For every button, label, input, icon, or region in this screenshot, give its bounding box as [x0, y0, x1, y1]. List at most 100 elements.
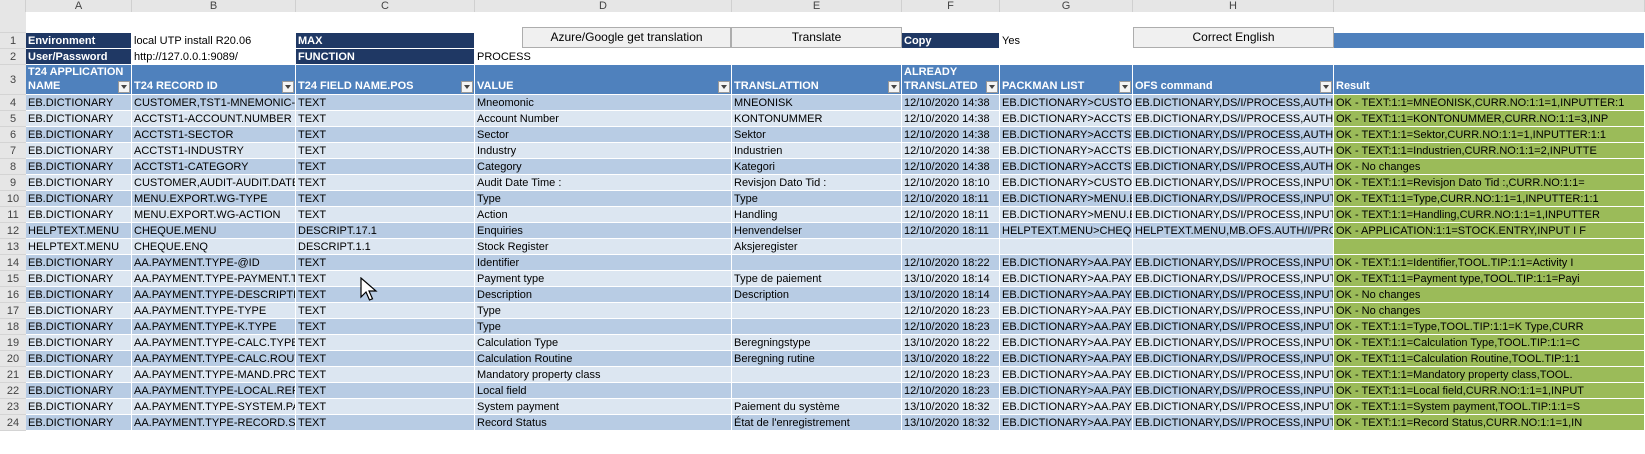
- row-number[interactable]: 16: [0, 287, 26, 303]
- cell-a[interactable]: EB.DICTIONARY: [26, 351, 132, 367]
- cell-c[interactable]: TEXT: [296, 399, 475, 415]
- cell-h[interactable]: EB.DICTIONARY,DS/I/PROCESS,INPUTT/1: [1133, 415, 1334, 431]
- row-number[interactable]: 22: [0, 383, 26, 399]
- cell-d[interactable]: Local field: [475, 383, 732, 399]
- cell-i[interactable]: OK - TEXT:1:1=Calculation Routine,TOOL.T…: [1334, 351, 1645, 367]
- row-number[interactable]: 4: [0, 95, 26, 111]
- cell-i[interactable]: OK - TEXT:1:1=Calculation Type,TOOL.TIP:…: [1334, 335, 1645, 351]
- cell-d[interactable]: Enquiries: [475, 223, 732, 239]
- cell-b[interactable]: AA.PAYMENT.TYPE-LOCAL.REF: [132, 383, 296, 399]
- cell-i[interactable]: OK - No changes: [1334, 159, 1645, 175]
- translate-button[interactable]: Translate: [731, 27, 902, 48]
- cell-d[interactable]: Mneomonic: [475, 95, 732, 111]
- cell-h[interactable]: EB.DICTIONARY,DS/I/PROCESS,INPUTT/1: [1133, 351, 1334, 367]
- cell-b[interactable]: ACCTST1-ACCOUNT.NUMBER: [132, 111, 296, 127]
- filter-dropdown-icon[interactable]: [986, 81, 998, 93]
- column-letter-f[interactable]: F: [902, 0, 1000, 12]
- cell-i[interactable]: OK - TEXT:1:1=Revisjon Dato Tid :,CURR.N…: [1334, 175, 1645, 191]
- cell-h[interactable]: EB.DICTIONARY,DS/I/PROCESS,INPUTT/1: [1133, 175, 1334, 191]
- cell-b[interactable]: AA.PAYMENT.TYPE-K.TYPE: [132, 319, 296, 335]
- select-all-corner[interactable]: [0, 0, 26, 12]
- cell-e2[interactable]: [732, 49, 902, 65]
- cell-f2[interactable]: [902, 49, 1000, 65]
- cell-c[interactable]: TEXT: [296, 319, 475, 335]
- cell-e[interactable]: [732, 319, 902, 335]
- cell-b[interactable]: ACCTST1-CATEGORY: [132, 159, 296, 175]
- cell-a[interactable]: EB.DICTIONARY: [26, 175, 132, 191]
- cell-h[interactable]: HELPTEXT.MENU,MB.OFS.AUTH/I/PROCE: [1133, 223, 1334, 239]
- cell-c[interactable]: TEXT: [296, 95, 475, 111]
- cell-g[interactable]: EB.DICTIONARY>AA.PAYM: [1000, 351, 1133, 367]
- cell-d[interactable]: Category: [475, 159, 732, 175]
- row-number[interactable]: 14: [0, 255, 26, 271]
- cell-d[interactable]: Sector: [475, 127, 732, 143]
- cell-a[interactable]: EB.DICTIONARY: [26, 319, 132, 335]
- row-number[interactable]: 10: [0, 191, 26, 207]
- row-number[interactable]: 12: [0, 223, 26, 239]
- cell-c[interactable]: TEXT: [296, 351, 475, 367]
- cell-d[interactable]: Audit Date Time :: [475, 175, 732, 191]
- cell-a[interactable]: EB.DICTIONARY: [26, 159, 132, 175]
- cell-c[interactable]: TEXT: [296, 175, 475, 191]
- row-number[interactable]: 7: [0, 143, 26, 159]
- column-letter-b[interactable]: B: [132, 0, 296, 12]
- cell-e[interactable]: Henvendelser: [732, 223, 902, 239]
- cell-i1[interactable]: [1334, 33, 1645, 49]
- azure-google-translation-button[interactable]: Azure/Google get translation: [522, 27, 731, 48]
- cell-h[interactable]: EB.DICTIONARY,DS/I/PROCESS,INPUTT/1: [1133, 207, 1334, 223]
- header-application-name[interactable]: T24 APPLICATION NAME: [26, 65, 132, 95]
- cell-i[interactable]: OK - No changes: [1334, 303, 1645, 319]
- column-letter-d[interactable]: D: [475, 0, 732, 12]
- row-number[interactable]: 1: [0, 33, 26, 49]
- cell-i[interactable]: OK - TEXT:1:1=KONTONUMMER,CURR.NO:1:1=3,…: [1334, 111, 1645, 127]
- cell-d[interactable]: Payment type: [475, 271, 732, 287]
- cell-d[interactable]: Action: [475, 207, 732, 223]
- cell-h[interactable]: EB.DICTIONARY,DS/I/PROCESS,AUTHOR: [1133, 143, 1334, 159]
- cell-a[interactable]: EB.DICTIONARY: [26, 287, 132, 303]
- cell-a[interactable]: EB.DICTIONARY: [26, 399, 132, 415]
- cell-e[interactable]: Revisjon Dato Tid :: [732, 175, 902, 191]
- cell-e[interactable]: Aksjeregister: [732, 239, 902, 255]
- function-value[interactable]: PROCESS: [475, 49, 732, 65]
- cell-e[interactable]: [732, 367, 902, 383]
- cell-c[interactable]: TEXT: [296, 303, 475, 319]
- cell-g[interactable]: EB.DICTIONARY>MENU.EX: [1000, 207, 1133, 223]
- cell-h[interactable]: EB.DICTIONARY,DS/I/PROCESS,INPUTT/1: [1133, 191, 1334, 207]
- cell-f[interactable]: 12/10/2020 18:10: [902, 175, 1000, 191]
- cell-i[interactable]: OK - TEXT:1:1=Local field,CURR.NO:1:1=1,…: [1334, 383, 1645, 399]
- cell-g[interactable]: EB.DICTIONARY>AA.PAYM: [1000, 399, 1133, 415]
- cell-a[interactable]: EB.DICTIONARY: [26, 415, 132, 431]
- row-number[interactable]: 15: [0, 271, 26, 287]
- cell-f[interactable]: 12/10/2020 18:11: [902, 191, 1000, 207]
- filter-dropdown-icon[interactable]: [718, 81, 730, 93]
- cell-f[interactable]: 13/10/2020 18:14: [902, 287, 1000, 303]
- cell-a[interactable]: HELPTEXT.MENU: [26, 239, 132, 255]
- column-letter-h[interactable]: H: [1133, 0, 1334, 12]
- cell-h[interactable]: [1133, 239, 1334, 255]
- header-field-name[interactable]: T24 FIELD NAME.POS: [296, 65, 475, 95]
- row-number[interactable]: 19: [0, 335, 26, 351]
- cell-d[interactable]: Stock Register: [475, 239, 732, 255]
- cell-h[interactable]: EB.DICTIONARY,DS/I/PROCESS,AUTHOR: [1133, 95, 1334, 111]
- cell-f[interactable]: 12/10/2020 14:38: [902, 143, 1000, 159]
- cell-e[interactable]: [732, 303, 902, 319]
- cell-e[interactable]: [732, 255, 902, 271]
- header-result[interactable]: Result: [1334, 65, 1645, 95]
- cell-b[interactable]: CUSTOMER,TST1-MNEMONIC-NO: [132, 95, 296, 111]
- cell-g[interactable]: EB.DICTIONARY>ACCTST1-: [1000, 143, 1133, 159]
- cell-g[interactable]: EB.DICTIONARY>AA.PAYM: [1000, 367, 1133, 383]
- cell-c[interactable]: TEXT: [296, 255, 475, 271]
- cell-c[interactable]: TEXT: [296, 287, 475, 303]
- cell-b[interactable]: ACCTST1-INDUSTRY: [132, 143, 296, 159]
- cell-b[interactable]: AA.PAYMENT.TYPE-CALC.TYPE: [132, 335, 296, 351]
- row-number[interactable]: 3: [0, 65, 26, 95]
- cell-c[interactable]: TEXT: [296, 335, 475, 351]
- cell-e[interactable]: KONTONUMMER: [732, 111, 902, 127]
- cell-d[interactable]: Record Status: [475, 415, 732, 431]
- cell-e[interactable]: Beregning rutine: [732, 351, 902, 367]
- cell-i[interactable]: OK - TEXT:1:1=Sektor,CURR.NO:1:1=1,INPUT…: [1334, 127, 1645, 143]
- cell-i[interactable]: OK - APPLICATION:1:1=STOCK.ENTRY,INPUT I…: [1334, 223, 1645, 239]
- cell-c[interactable]: TEXT: [296, 127, 475, 143]
- cell-c[interactable]: TEXT: [296, 191, 475, 207]
- cell-d[interactable]: Type: [475, 303, 732, 319]
